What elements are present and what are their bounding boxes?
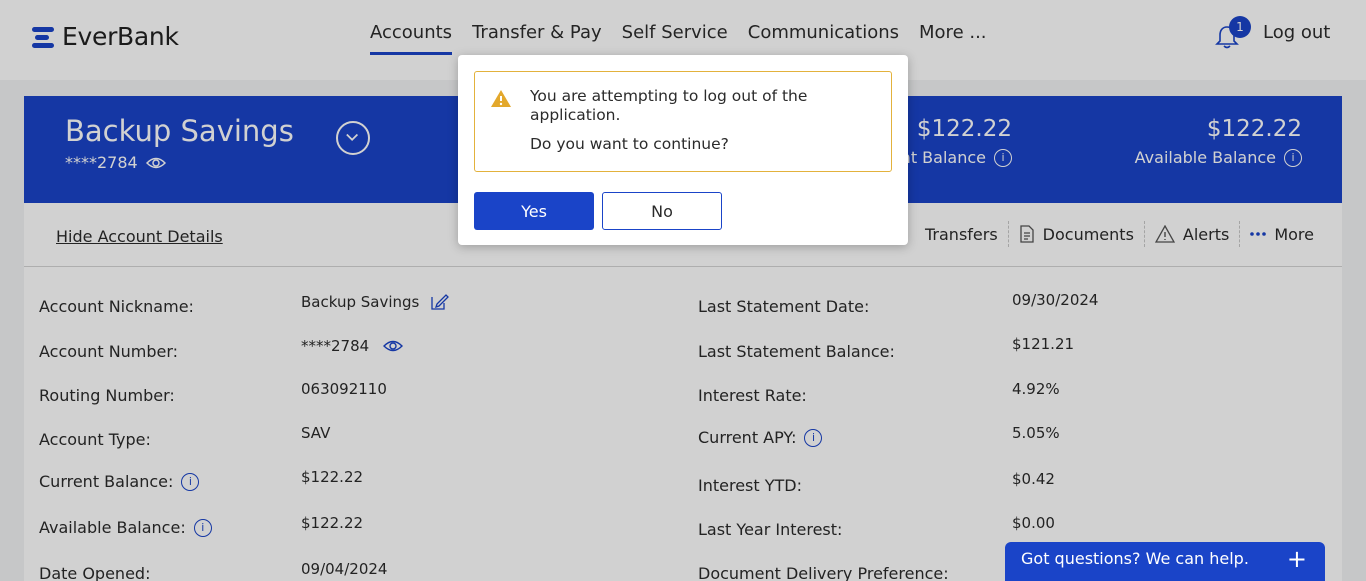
logout-warning-text: You are attempting to log out of the app… (530, 87, 808, 124)
logout-question-text: Do you want to continue? (530, 135, 729, 153)
chat-help-label: Got questions? We can help. (1021, 549, 1249, 568)
plus-icon[interactable]: + (1287, 545, 1307, 573)
warning-message-box: You are attempting to log out of the app… (474, 71, 892, 172)
yes-button[interactable]: Yes (474, 192, 594, 230)
warning-triangle-icon (491, 90, 511, 107)
logout-confirm-dialog: You are attempting to log out of the app… (458, 55, 908, 245)
no-button[interactable]: No (602, 192, 722, 230)
chat-help-widget[interactable]: Got questions? We can help. + (1005, 542, 1325, 581)
